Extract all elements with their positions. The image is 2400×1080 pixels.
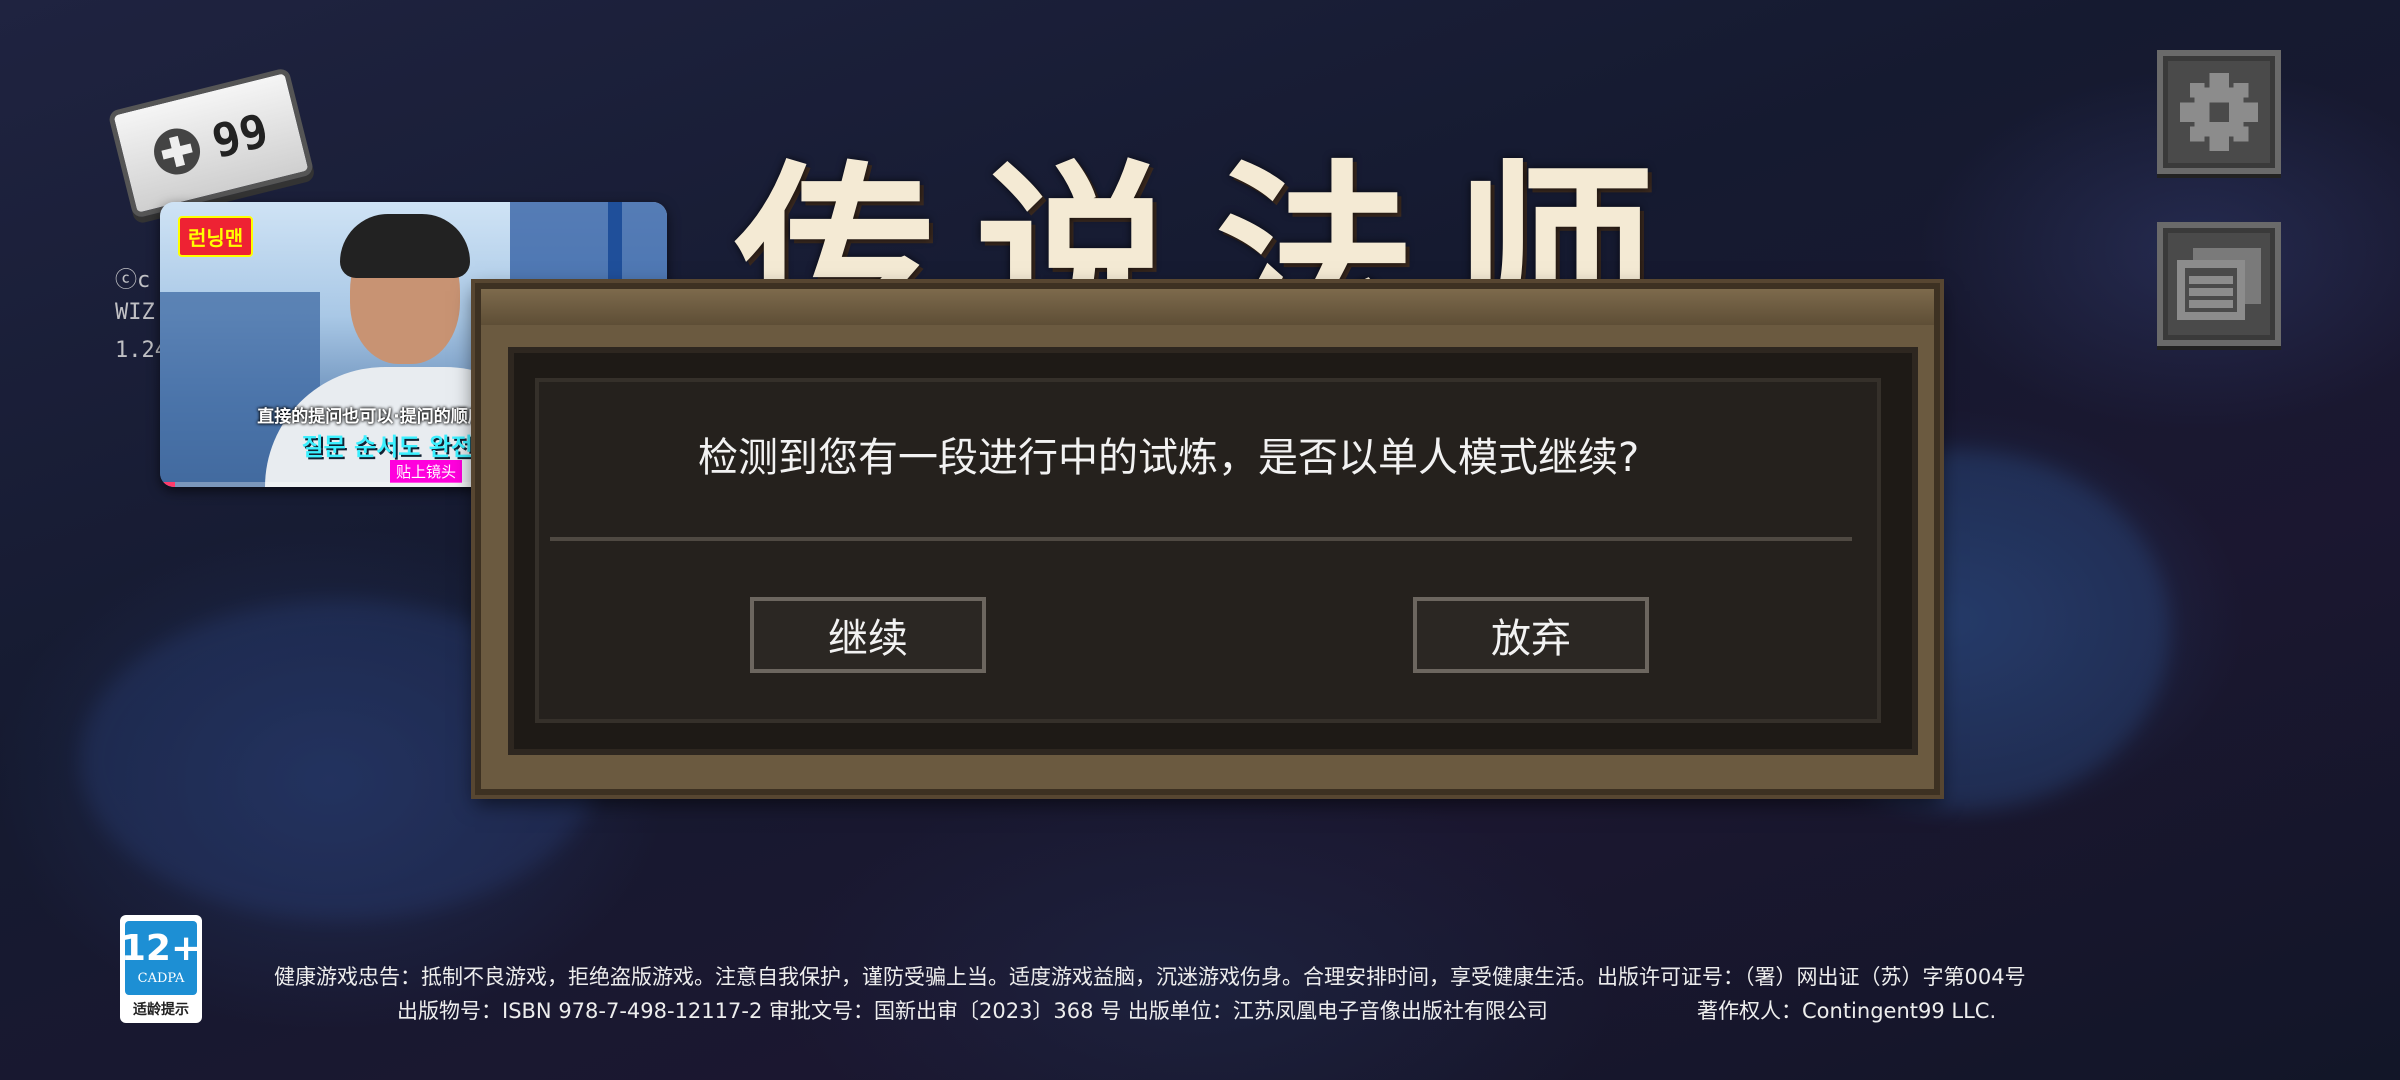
controller-badge: 99 <box>107 67 315 219</box>
video-tag: 贴上镜头 <box>390 460 463 483</box>
continue-button[interactable]: 继续 <box>750 597 986 673</box>
log-icon <box>2177 248 2261 320</box>
side-info-1: ⓒc <box>115 268 151 293</box>
gear-icon <box>2180 73 2258 151</box>
video-progress-fill <box>160 482 176 487</box>
show-logo: 런닝맨 <box>178 216 254 257</box>
abandon-button[interactable]: 放弃 <box>1413 597 1649 673</box>
settings-button[interactable] <box>2157 50 2281 174</box>
publication-info-text: 出版物号：ISBN 978-7-498-12117-2 审批文号：国新出审〔20… <box>397 999 1548 1023</box>
log-button[interactable] <box>2157 222 2281 346</box>
age-rating-badge[interactable]: 12+ CADPA 适龄提示 <box>120 915 202 1023</box>
dialog-message: 检测到您有一段进行中的试炼，是否以单人模式继续? <box>698 435 1640 481</box>
video-person <box>340 214 470 278</box>
age-rating-icon: 12+ CADPA <box>121 921 201 995</box>
controller-count: 99 <box>206 102 274 169</box>
age-rating-org: CADPA <box>137 970 185 986</box>
game-title-text: 传说法师 <box>734 142 1695 291</box>
gamepad-icon <box>149 123 206 180</box>
age-rating-tip: 适龄提示 <box>133 1002 189 1018</box>
side-info-2: WIZ <box>115 300 155 325</box>
game-title-logo: 传说法师 <box>600 40 1830 291</box>
age-rating-number: 12+ <box>120 927 202 969</box>
copyright-text: 著作权人：Contingent99 LLC. <box>1697 999 1997 1023</box>
health-advisory-text: 健康游戏忠告：抵制不良游戏，拒绝盗版游戏。注意自我保护，谨防受骗上当。适度游戏益… <box>274 965 2026 989</box>
dialog-divider <box>550 537 1852 541</box>
